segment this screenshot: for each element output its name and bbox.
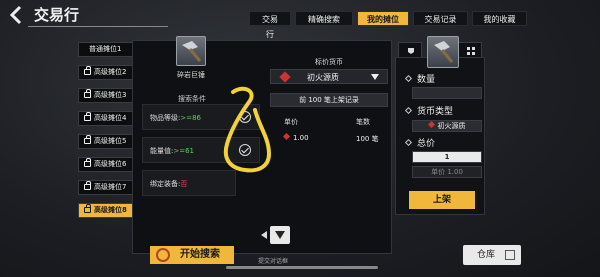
home-indicator bbox=[226, 266, 378, 269]
lock-icon bbox=[84, 89, 91, 98]
slot-4[interactable]: 高级摊位4 bbox=[78, 111, 136, 126]
currency-gem-icon bbox=[279, 71, 291, 83]
filter-button[interactable] bbox=[270, 226, 290, 244]
record-count: 100 笔 bbox=[356, 135, 379, 143]
yellow-annotation-scribble bbox=[223, 86, 272, 173]
slot-label: 高级摊位4 bbox=[94, 114, 127, 122]
grid-icon bbox=[467, 47, 475, 55]
stall-slot-list: 普通摊位1 高级摊位2 高级摊位3 高级摊位4 高级摊位5 高级摊位6 高级摊位… bbox=[78, 42, 136, 226]
record-price: 1.00 bbox=[282, 132, 309, 142]
total-price-label: 总价 bbox=[404, 136, 435, 149]
lock-icon bbox=[84, 135, 91, 144]
slot-6[interactable]: 高级摊位6 bbox=[78, 157, 136, 172]
item-name: 碎岩巨锤 bbox=[177, 71, 205, 79]
condition-value: >=61 bbox=[173, 147, 194, 155]
slot-label: 高级摊位3 bbox=[94, 91, 127, 99]
lock-icon bbox=[84, 112, 91, 121]
condition-value: >=86 bbox=[180, 114, 201, 122]
condition-label: 能量值: bbox=[150, 147, 174, 155]
currency-gem-icon bbox=[427, 120, 435, 129]
col-count: 笔数 bbox=[356, 118, 370, 126]
slot-3[interactable]: 高级摊位3 bbox=[78, 88, 136, 103]
slot-label: 高级摊位8 bbox=[94, 206, 127, 214]
tab-trade-records[interactable]: 交易记录 bbox=[413, 11, 468, 26]
tab-favorites[interactable]: 我的收藏 bbox=[472, 11, 527, 26]
hammer-item-icon bbox=[427, 36, 459, 68]
slot-label: 普通摊位1 bbox=[89, 45, 122, 53]
currency-type-field[interactable]: 初火源质 bbox=[412, 120, 482, 132]
unit-price-display: 单价 1.00 bbox=[412, 166, 482, 178]
slot-5[interactable]: 高级摊位5 bbox=[78, 134, 136, 149]
slot-label: 高级摊位6 bbox=[94, 160, 127, 168]
hammer-item-icon bbox=[176, 36, 206, 66]
title-underline bbox=[28, 26, 168, 27]
col-unit-price: 单价 bbox=[284, 118, 298, 126]
condition-label: 绑定装备: bbox=[150, 180, 181, 188]
lock-icon bbox=[84, 181, 91, 190]
quantity-input[interactable] bbox=[412, 87, 482, 99]
top-tabs: 交易行 精确搜索 我的摊位 交易记录 我的收藏 bbox=[249, 11, 527, 39]
lock-icon bbox=[84, 66, 91, 75]
tab-market[interactable]: 交易行 bbox=[249, 11, 291, 39]
currency-dropdown[interactable]: 初火源质 bbox=[270, 69, 388, 84]
condition-label: 物品等级: bbox=[150, 114, 181, 122]
slot-label: 高级摊位7 bbox=[94, 183, 127, 191]
back-arrow-icon[interactable] bbox=[6, 4, 28, 26]
tab-precise-search[interactable]: 精确搜索 bbox=[295, 11, 353, 26]
warehouse-icon bbox=[505, 250, 515, 260]
page-title: 交易行 bbox=[34, 6, 80, 24]
slot-2[interactable]: 高级摊位2 bbox=[78, 65, 136, 80]
currency-type-label: 货币类型 bbox=[404, 104, 453, 117]
search-conditions-label: 搜索条件 bbox=[178, 95, 206, 103]
refresh-icon bbox=[156, 248, 170, 262]
slot-8[interactable]: 高级摊位8 bbox=[78, 203, 136, 218]
slot-7[interactable]: 高级摊位7 bbox=[78, 180, 136, 195]
lock-icon bbox=[84, 158, 91, 167]
list-item-button[interactable]: 上架 bbox=[409, 191, 475, 209]
lock-icon bbox=[84, 204, 91, 213]
quantity-label: 数量 bbox=[404, 72, 435, 85]
slot-1[interactable]: 普通摊位1 bbox=[78, 42, 136, 57]
condition-value: 否 bbox=[180, 180, 188, 188]
tab-my-stall[interactable]: 我的摊位 bbox=[357, 11, 409, 26]
bottom-hint-text: 提交对话框 bbox=[258, 258, 289, 265]
top-records-button[interactable]: 前 100 笔上架记录 bbox=[270, 93, 388, 107]
shield-icon bbox=[408, 48, 414, 54]
collapse-arrow-icon[interactable] bbox=[261, 231, 267, 239]
price-currency-header: 标价货币 bbox=[315, 58, 343, 66]
chevron-down-icon bbox=[371, 74, 379, 80]
warehouse-button[interactable]: 仓库 bbox=[463, 245, 521, 265]
slot-label: 高级摊位2 bbox=[94, 68, 127, 76]
currency-selected: 初火源质 bbox=[307, 73, 339, 82]
total-price-input[interactable]: 1 bbox=[412, 151, 482, 163]
slot-label: 高级摊位5 bbox=[94, 137, 127, 145]
start-search-button[interactable]: 开始搜索 bbox=[150, 246, 234, 264]
currency-gem-icon bbox=[282, 132, 291, 141]
